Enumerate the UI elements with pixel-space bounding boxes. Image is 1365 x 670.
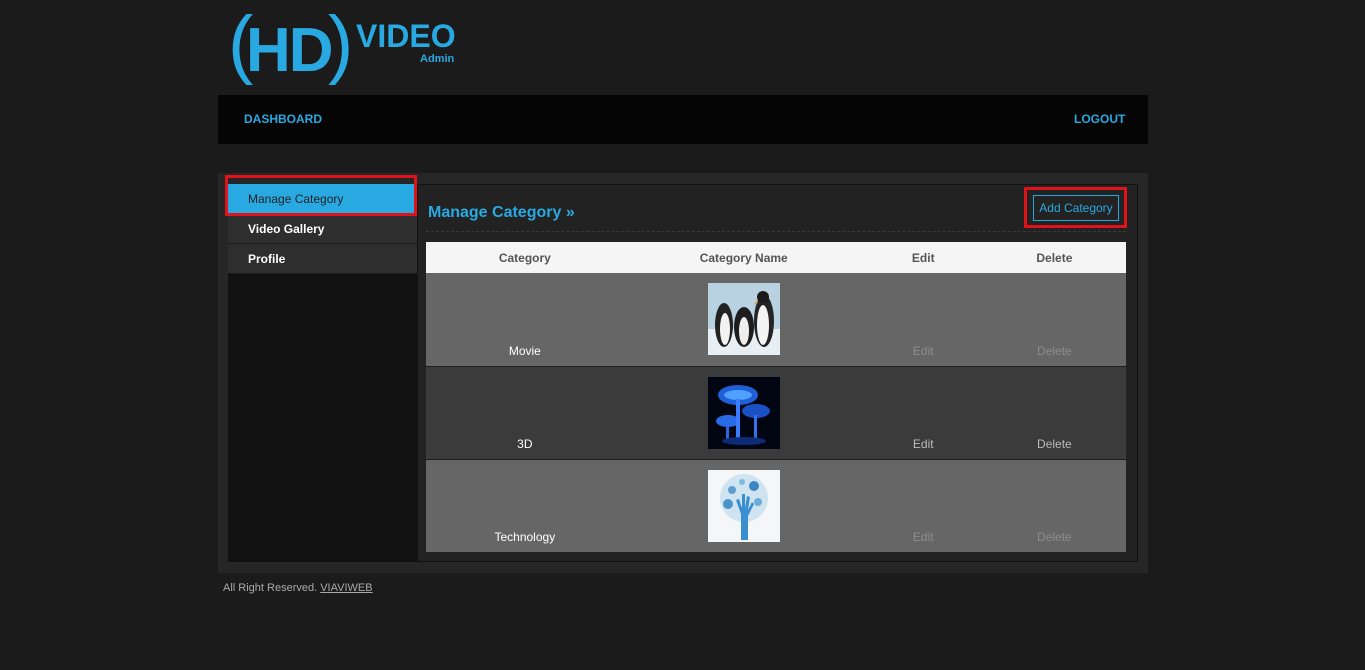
table-row: Movie Edit Delete — [426, 273, 1126, 366]
content-panel: Manage Category » Add Category Category … — [417, 184, 1138, 562]
add-category-button[interactable]: Add Category — [1033, 195, 1119, 221]
glowing-mushrooms-image — [707, 376, 780, 449]
category-name-cell: Movie — [508, 343, 541, 358]
tech-hand-tree-image — [707, 469, 780, 542]
table-row: Technology Edit Delete — [426, 459, 1126, 552]
edit-link[interactable]: Edit — [864, 273, 983, 366]
sidebar-item-manage-category[interactable]: Manage Category — [228, 184, 418, 214]
delete-link[interactable]: Delete — [983, 366, 1126, 459]
sidebar-item-video-gallery[interactable]: Video Gallery — [228, 214, 418, 244]
category-image-cell — [624, 273, 864, 366]
edit-link[interactable]: Edit — [864, 366, 983, 459]
footer-link[interactable]: VIAVIWEB — [320, 582, 372, 594]
column-header-edit: Edit — [911, 250, 935, 265]
column-header-category: Category — [498, 250, 551, 265]
column-header-category-name: Category Name — [699, 250, 788, 265]
category-image-cell — [624, 366, 864, 459]
table-header-row: Category Category Name Edit Delete — [426, 242, 1126, 273]
column-header-delete: Delete — [1036, 250, 1073, 265]
category-image-cell — [624, 459, 864, 552]
top-navigation: DASHBOARD LOGOUT — [218, 95, 1148, 144]
category-name-cell: 3D — [517, 436, 533, 451]
site-logo: ( HD ) VIDEO Admin — [228, 4, 468, 90]
footer-text: All Right Reserved. — [223, 582, 318, 594]
page-title: Manage Category » — [428, 204, 575, 221]
logo-hd: HD — [246, 16, 334, 85]
title-divider — [426, 231, 1126, 232]
category-name-cell: Technology — [494, 529, 556, 544]
logo-close-paren: ) — [328, 1, 354, 86]
logo-video: VIDEO — [356, 18, 456, 54]
logo-admin: Admin — [420, 53, 455, 65]
delete-link[interactable]: Delete — [983, 273, 1126, 366]
category-table: Category Category Name Edit Delete Movie — [426, 242, 1126, 553]
edit-link[interactable]: Edit — [864, 459, 983, 552]
table-row: 3D Edit Delete — [426, 366, 1126, 459]
footer: All Right Reserved. VIAVIWEB — [223, 582, 373, 594]
sidebar-item-profile[interactable]: Profile — [228, 244, 418, 274]
sidebar: Manage Category Video Gallery Profile — [228, 184, 418, 562]
delete-link[interactable]: Delete — [983, 459, 1126, 552]
dashboard-link[interactable]: DASHBOARD — [244, 112, 322, 126]
penguins-image — [707, 283, 780, 355]
logout-link[interactable]: LOGOUT — [1074, 112, 1125, 126]
